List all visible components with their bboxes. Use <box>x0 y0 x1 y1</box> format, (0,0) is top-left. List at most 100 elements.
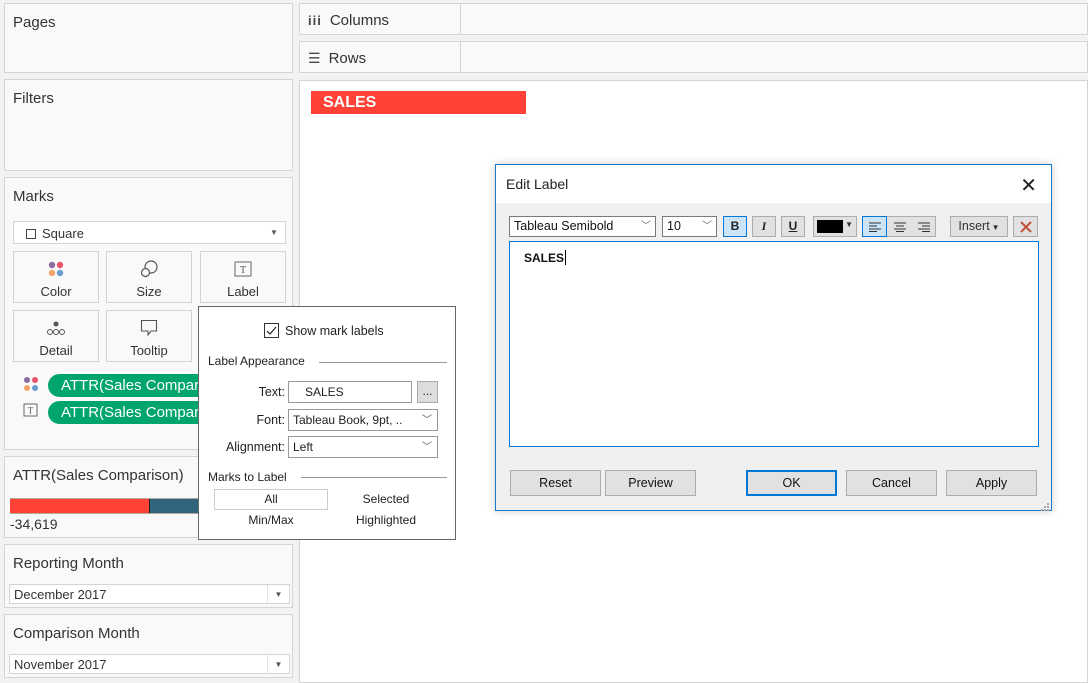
comparison-month-value: November 2017 <box>14 657 107 672</box>
chevron-down-icon: ﹀ <box>641 221 651 232</box>
align-left-icon <box>868 222 881 232</box>
reporting-month-dropdown[interactable]: December 2017 ▼ <box>9 584 290 604</box>
align-center-button[interactable] <box>888 217 912 236</box>
font-field-label: Font: <box>256 413 286 427</box>
rows-shelf[interactable]: ☰ Rows <box>299 41 1088 73</box>
tooltip-button[interactable]: Tooltip <box>106 310 192 362</box>
text-label-icon: T <box>23 403 39 422</box>
svg-text:T: T <box>240 265 246 276</box>
reset-button[interactable]: Reset <box>510 470 601 496</box>
size-button[interactable]: Size <box>106 251 192 303</box>
reporting-month-value: December 2017 <box>14 587 107 602</box>
label-appearance-header: Label Appearance <box>208 354 305 368</box>
caret-down-icon: ▼ <box>845 220 853 229</box>
edit-text-ellipsis-button[interactable]: ... <box>417 381 438 403</box>
size-circles-icon <box>107 260 191 278</box>
label-alignment-value: Left <box>293 440 314 454</box>
align-right-button[interactable] <box>912 217 936 236</box>
dialog-title: Edit Label <box>506 176 569 192</box>
resize-grip[interactable] <box>1039 498 1049 511</box>
align-left-button[interactable] <box>862 216 887 237</box>
filters-card[interactable]: Filters <box>4 79 293 171</box>
chevron-down-icon: ﹀ <box>422 442 432 453</box>
columns-label: Columns <box>329 12 390 29</box>
label-font-dropdown[interactable]: Tableau Book, 9pt, .. ﹀ <box>288 409 438 431</box>
pages-card: Pages <box>4 3 293 73</box>
chevron-down-icon: ﹀ <box>420 411 432 430</box>
close-icon[interactable]: ✕ <box>1020 173 1037 198</box>
text-label-icon: T <box>201 260 285 278</box>
ok-button[interactable]: OK <box>746 470 837 496</box>
detail-button[interactable]: Detail <box>13 310 99 362</box>
font-family-select[interactable]: Tableau Semibold ﹀ <box>509 216 656 237</box>
font-color-picker[interactable]: ▼ <box>813 216 857 237</box>
insert-button[interactable]: Insert ▼ <box>950 216 1008 237</box>
cancel-button[interactable]: Cancel <box>846 470 937 496</box>
label-button[interactable]: T Label <box>200 251 286 303</box>
edit-label-dialog: Edit Label ✕ Tableau Semibold ﹀ 10 ﹀ B I… <box>495 164 1052 511</box>
alignment-field-label: Alignment: <box>225 440 285 454</box>
text-caret <box>565 250 567 265</box>
show-mark-labels-label: Show mark labels <box>285 323 384 338</box>
underline-button[interactable]: U <box>781 216 805 237</box>
mark-type-value: Square <box>42 226 84 241</box>
insert-label: Insert <box>958 219 990 233</box>
columns-drop-area[interactable] <box>460 4 1087 34</box>
show-mark-labels-checkbox[interactable]: Show mark labels <box>264 323 384 338</box>
reporting-month-card: Reporting Month December 2017 ▼ <box>4 544 293 608</box>
reporting-month-title: Reporting Month <box>13 555 124 572</box>
align-right-icon <box>918 222 930 232</box>
mark-type-dropdown[interactable]: Square ▼ <box>13 221 286 244</box>
editor-text-content: SALES <box>524 251 565 265</box>
marks-option-all[interactable]: All <box>214 489 328 510</box>
color-button[interactable]: Color <box>13 251 99 303</box>
size-label: Size <box>136 284 162 299</box>
rows-label: Rows <box>328 50 367 67</box>
color-field-pill[interactable]: ATTR(Sales Comparison) <box>48 374 208 397</box>
rows-drop-area[interactable] <box>460 42 1087 72</box>
filters-title: Filters <box>13 90 54 107</box>
legend-bar[interactable] <box>10 498 200 514</box>
comparison-month-dropdown[interactable]: November 2017 ▼ <box>9 654 290 674</box>
comparison-month-card: Comparison Month November 2017 ▼ <box>4 614 293 678</box>
pages-title: Pages <box>13 14 56 31</box>
label-text-value: SALES <box>305 385 344 399</box>
chevron-down-icon: ﹀ <box>702 221 712 232</box>
apply-button[interactable]: Apply <box>946 470 1037 496</box>
font-family-value: Tableau Semibold <box>514 219 614 233</box>
color-swatch <box>817 220 843 233</box>
label-field-pill[interactable]: ATTR(Sales Comparison) <box>48 401 208 424</box>
bold-button[interactable]: B <box>723 216 747 237</box>
align-center-icon <box>894 222 906 232</box>
columns-shelf[interactable]: iii Columns <box>299 3 1088 35</box>
color-dots-icon <box>14 260 98 278</box>
legend-negative-segment <box>10 499 149 513</box>
tooltip-bubble-icon <box>107 319 191 337</box>
italic-button[interactable]: I <box>752 216 776 237</box>
label-text-field[interactable]: SALES <box>288 381 412 403</box>
color-dots-icon <box>23 376 39 397</box>
sales-mark[interactable]: SALES <box>311 91 526 114</box>
tooltip-label: Tooltip <box>130 343 168 358</box>
alignment-group <box>862 216 936 237</box>
dialog-titlebar[interactable]: Edit Label ✕ <box>496 165 1051 203</box>
divider <box>319 362 447 363</box>
marks-option-minmax[interactable]: Min/Max <box>214 513 328 527</box>
svg-text:T: T <box>28 406 34 416</box>
font-size-select[interactable]: 10 ﹀ <box>662 216 717 237</box>
label-text-editor[interactable]: SALES <box>509 241 1039 447</box>
preview-button[interactable]: Preview <box>605 470 696 496</box>
marks-option-highlighted[interactable]: Highlighted <box>329 513 443 527</box>
detail-dots-icon <box>14 319 98 337</box>
detail-label: Detail <box>39 343 73 358</box>
marks-option-selected[interactable]: Selected <box>329 490 443 509</box>
font-size-value: 10 <box>667 219 681 233</box>
marks-title: Marks <box>13 188 54 205</box>
legend-positive-segment <box>149 499 200 513</box>
clear-button[interactable] <box>1013 216 1038 237</box>
legend-title: ATTR(Sales Comparison) <box>13 467 184 484</box>
square-icon <box>26 228 36 239</box>
chevron-down-icon: ▼ <box>267 655 289 673</box>
label-font-value: Tableau Book, 9pt, .. <box>293 413 403 427</box>
label-alignment-dropdown[interactable]: Left ﹀ <box>288 436 438 458</box>
